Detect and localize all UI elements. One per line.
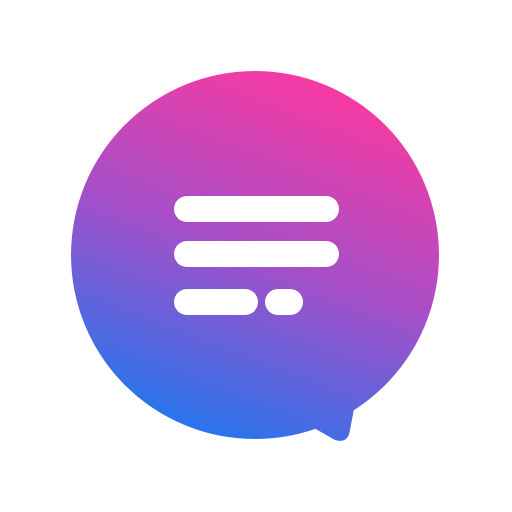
text-line-2 [174,241,339,267]
chat-bubble-icon[interactable] [0,0,512,512]
text-line-1 [174,196,339,222]
app-icon-canvas [0,0,512,512]
text-line-3-long [174,289,258,315]
text-line-3-short [265,289,303,315]
